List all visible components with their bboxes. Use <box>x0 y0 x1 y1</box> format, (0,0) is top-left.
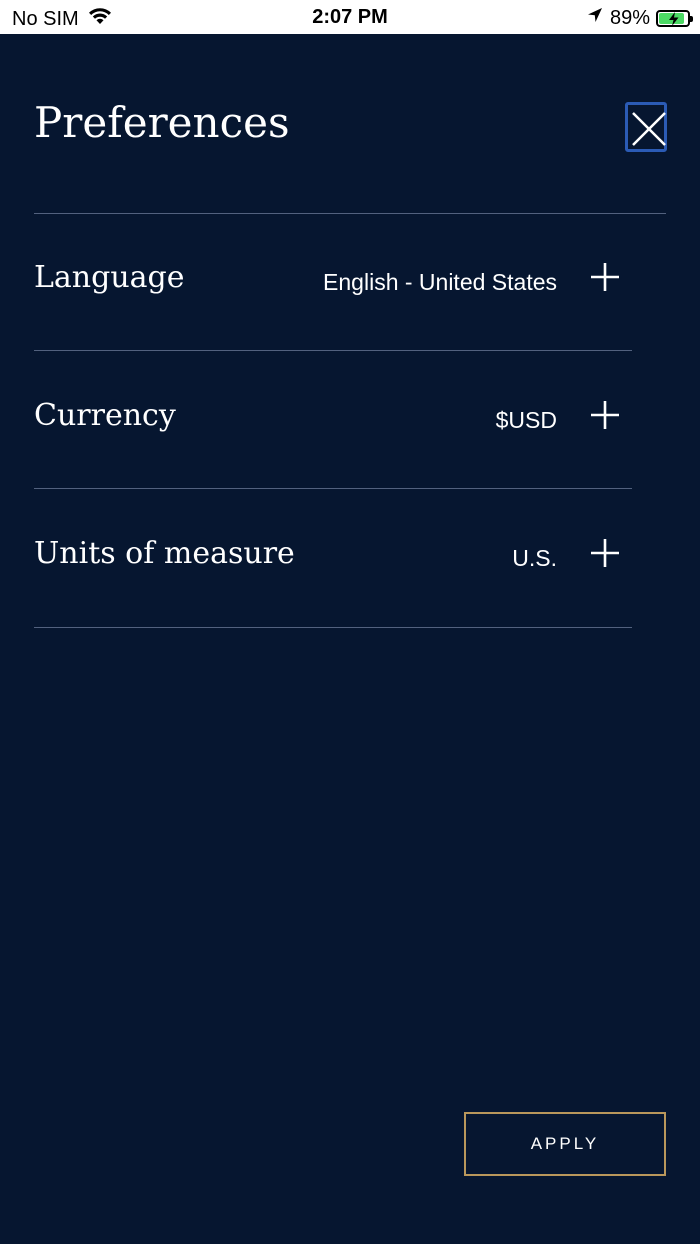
plus-icon[interactable] <box>590 538 620 568</box>
location-arrow-icon <box>586 6 604 30</box>
row-divider <box>34 488 632 489</box>
battery-nub <box>690 15 693 22</box>
row-divider <box>34 627 632 628</box>
battery-percent: 89% <box>609 6 650 29</box>
row-divider <box>34 350 632 351</box>
plus-icon[interactable] <box>590 400 620 430</box>
pref-row-units[interactable]: Units of measure U.S. <box>34 490 632 628</box>
pref-value-units: U.S. <box>512 545 557 571</box>
pref-value-language: English - United States <box>323 269 557 295</box>
pref-label-currency: Currency <box>34 398 176 433</box>
battery-charging-icon <box>656 9 693 27</box>
close-icon <box>632 112 666 146</box>
apply-button[interactable]: APPLY <box>464 1112 666 1176</box>
preferences-screen: Preferences Language English - United St… <box>0 34 700 1244</box>
close-button[interactable] <box>625 102 667 152</box>
pref-label-language: Language <box>34 260 185 295</box>
plus-icon[interactable] <box>590 262 620 292</box>
status-bar: No SIM 2:07 PM 89% <box>0 0 700 34</box>
status-right: 89% <box>586 6 693 30</box>
pref-value-currency: $USD <box>495 407 557 433</box>
page-title: Preferences <box>34 98 290 147</box>
charging-bolt-icon <box>669 11 679 26</box>
pref-label-units: Units of measure <box>34 536 295 571</box>
pref-row-currency[interactable]: Currency $USD <box>34 352 632 490</box>
pref-row-language[interactable]: Language English - United States <box>34 214 632 352</box>
